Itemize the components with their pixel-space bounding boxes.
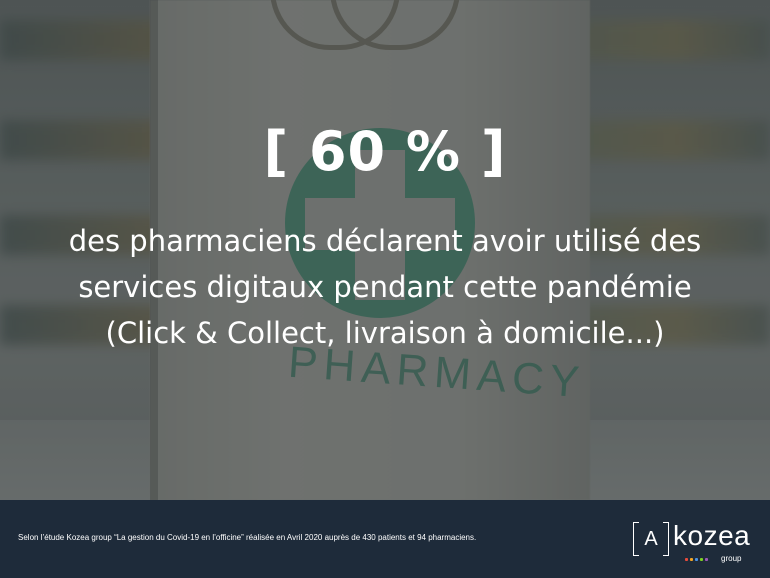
- source-footnote: Selon l’étude Kozea group “La gestion du…: [18, 533, 477, 542]
- logo-letter: A: [644, 528, 658, 550]
- logo-dots: [685, 558, 708, 561]
- body-line: services digitaux pendant cette pandémie: [78, 270, 692, 304]
- logo-dot: [685, 558, 688, 561]
- body-line: des pharmaciens déclarent avoir utilisé …: [68, 224, 702, 258]
- logo-dot: [690, 558, 693, 561]
- logo-word: kozea: [673, 520, 751, 551]
- kozea-logo: A kozea group: [633, 518, 753, 566]
- headline-stat: [ 60 % ]: [263, 120, 507, 183]
- body-text: des pharmaciens déclarent avoir utilisé …: [0, 218, 770, 356]
- logo-sub: group: [721, 554, 742, 563]
- logo-dot: [705, 558, 708, 561]
- logo-dot: [700, 558, 703, 561]
- logo-dot: [695, 558, 698, 561]
- body-line: (Click & Collect, livraison à domicile..…: [105, 316, 665, 350]
